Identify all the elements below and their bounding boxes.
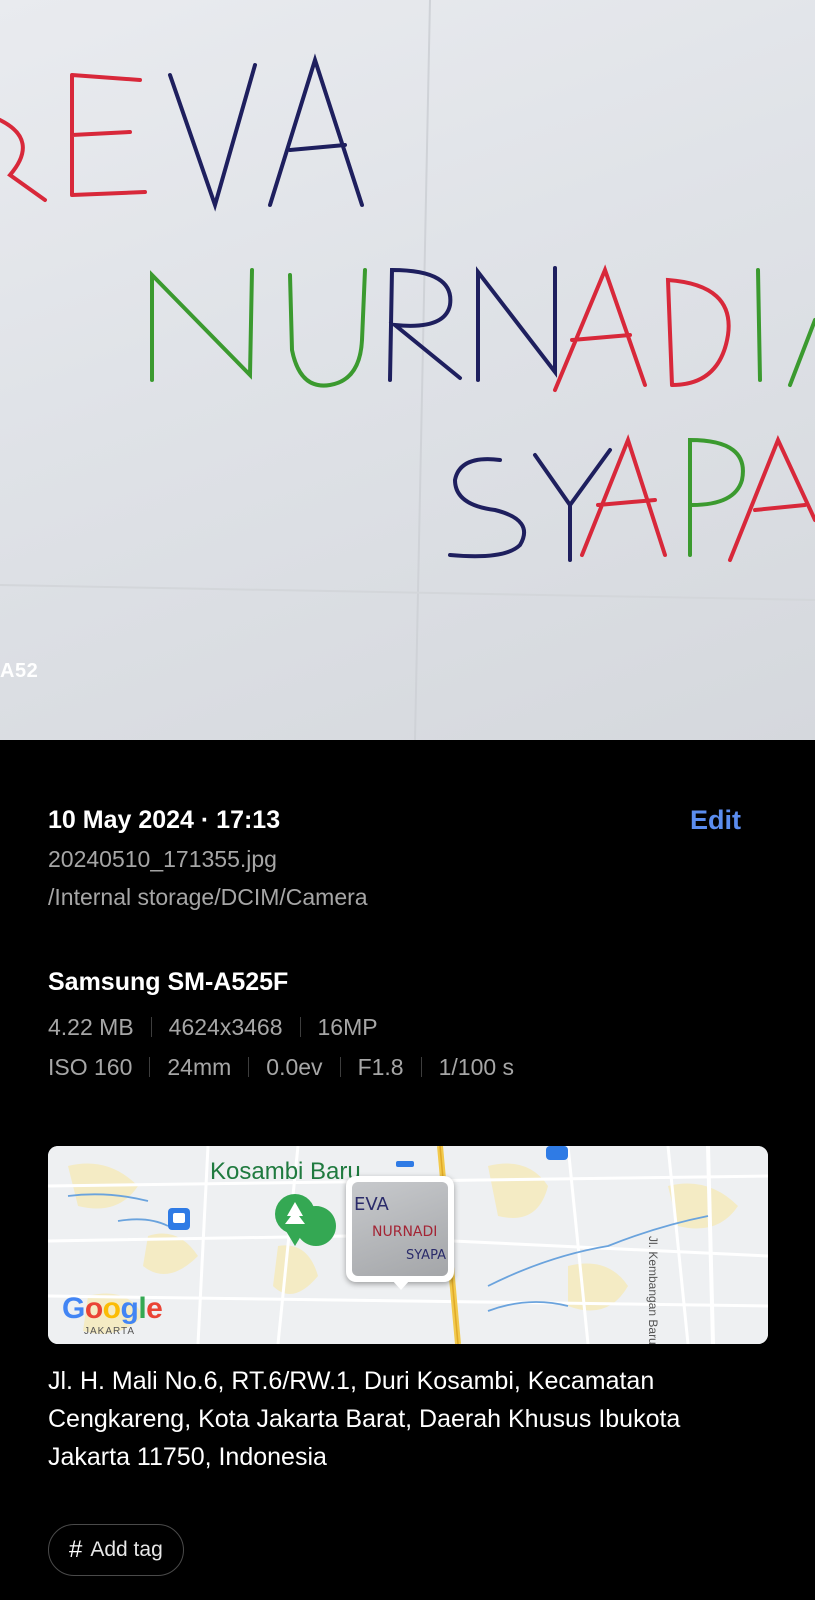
divider — [150, 1017, 152, 1037]
photo-viewer[interactable]: A52 — [0, 0, 815, 740]
file-path: /Internal storage/DCIM/Camera — [48, 884, 368, 910]
focal-length: 24mm — [167, 1054, 232, 1080]
divider — [420, 1057, 422, 1077]
file-name: 20240510_171355.jpg — [48, 846, 277, 872]
map-corner-label: JAKARTA — [84, 1326, 136, 1337]
shutter-speed: 1/100 s — [438, 1054, 515, 1080]
details-panel: 10 May 2024 · 17:13 Edit 20240510_171355… — [48, 800, 767, 1087]
iso: ISO 160 — [48, 1054, 133, 1080]
location-map[interactable]: Kosambi Baru Jl. Kembangan Baru EVA NURN… — [48, 1146, 768, 1344]
aperture: F1.8 — [357, 1054, 404, 1080]
device-name: Samsung SM-A525F — [48, 968, 289, 996]
specs-row-2: ISO 160 24mm 0.0ev F1.8 1/100 s — [48, 1047, 767, 1087]
divider — [339, 1057, 341, 1077]
date-row: 10 May 2024 · 17:13 Edit — [48, 800, 767, 840]
pin-pointer — [392, 1280, 410, 1290]
location-address: Jl. H. Mali No.6, RT.6/RW.1, Duri Kosamb… — [48, 1367, 681, 1471]
exposure-value: 0.0ev — [266, 1054, 323, 1080]
date-time: 10 May 2024 · 17:13 — [48, 805, 281, 834]
map-place-label: Kosambi Baru — [210, 1158, 361, 1185]
google-logo: Google — [62, 1292, 163, 1325]
resolution: 4624x3468 — [168, 1014, 283, 1040]
thumb-line-1: EVA — [354, 1194, 389, 1215]
photo-location-pin[interactable]: EVA NURNADI SYAPA — [346, 1176, 454, 1282]
divider — [299, 1017, 301, 1037]
thumb-line-3: SYAPA — [406, 1248, 446, 1263]
file-size: 4.22 MB — [48, 1014, 134, 1040]
specs-row-1: 4.22 MB 4624x3468 16MP — [48, 1007, 767, 1047]
divider — [149, 1057, 151, 1077]
thumb-line-2: NURNADI — [372, 1224, 438, 1240]
add-tag-label: Add tag — [90, 1538, 163, 1561]
add-tag-button[interactable]: # Add tag — [48, 1524, 184, 1576]
megapixels: 16MP — [317, 1014, 378, 1040]
map-road-label: Jl. Kembangan Baru — [646, 1236, 660, 1344]
edit-button[interactable]: Edit — [690, 805, 741, 836]
photo-overlay-label: A52 — [0, 660, 39, 682]
divider — [248, 1057, 250, 1077]
photo-thumbnail: EVA NURNADI SYAPA — [352, 1182, 448, 1276]
hash-icon: # — [69, 1536, 83, 1563]
handwritten-text-image — [0, 0, 815, 740]
